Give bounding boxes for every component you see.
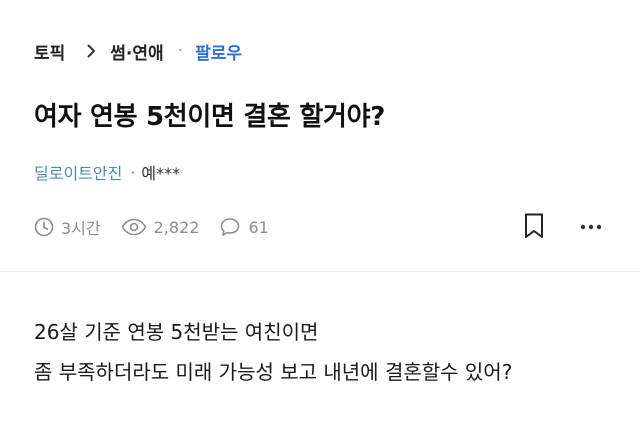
meta-dot: · (130, 162, 136, 182)
divider (0, 271, 640, 272)
eye-icon (121, 218, 147, 236)
clock-icon (34, 217, 54, 237)
post-page: 토픽 썸·연애 · 팔로우 여자 연봉 5천이면 결혼 할거야? 딜로이트안진 … (0, 0, 640, 425)
more-button[interactable] (578, 217, 604, 237)
breadcrumb-category[interactable]: 썸·연애 (110, 39, 163, 64)
post-body: 26살 기준 연봉 5천받는 여친이면 좀 부족하더라도 미래 가능성 보고 내… (34, 312, 512, 392)
bookmark-icon (525, 213, 543, 238)
post-meta: 딜로이트안진 · 예*** (34, 160, 180, 184)
post-body-line: 좀 부족하더라도 미래 가능성 보고 내년에 결혼할수 있어? (34, 360, 513, 384)
post-stats: 3시간 2,822 61 (34, 213, 289, 241)
views-stat: 2,822 (121, 217, 200, 237)
comments-stat[interactable]: 61 (219, 217, 269, 237)
time-stat: 3시간 (34, 215, 101, 239)
time-text: 3시간 (61, 219, 101, 238)
bookmark-button[interactable] (522, 212, 546, 240)
author-company[interactable]: 딜로이트안진 (34, 160, 122, 184)
breadcrumb-dot: · (177, 41, 184, 61)
comments-text: 61 (248, 217, 269, 237)
comment-bubble-icon (221, 218, 240, 236)
breadcrumb-topic[interactable]: 토픽 (34, 39, 65, 64)
post-body-line: 26살 기준 연봉 5천받는 여친이면 (34, 320, 319, 344)
follow-button[interactable]: 팔로우 (195, 39, 242, 64)
views-text: 2,822 (153, 217, 200, 237)
breadcrumb: 토픽 썸·연애 · 팔로우 (34, 38, 242, 64)
author-name: 예*** (141, 164, 181, 183)
post-title: 여자 연봉 5천이면 결혼 할거야? (34, 102, 386, 132)
chevron-right-icon (87, 44, 96, 58)
more-horizontal-icon (580, 224, 602, 230)
